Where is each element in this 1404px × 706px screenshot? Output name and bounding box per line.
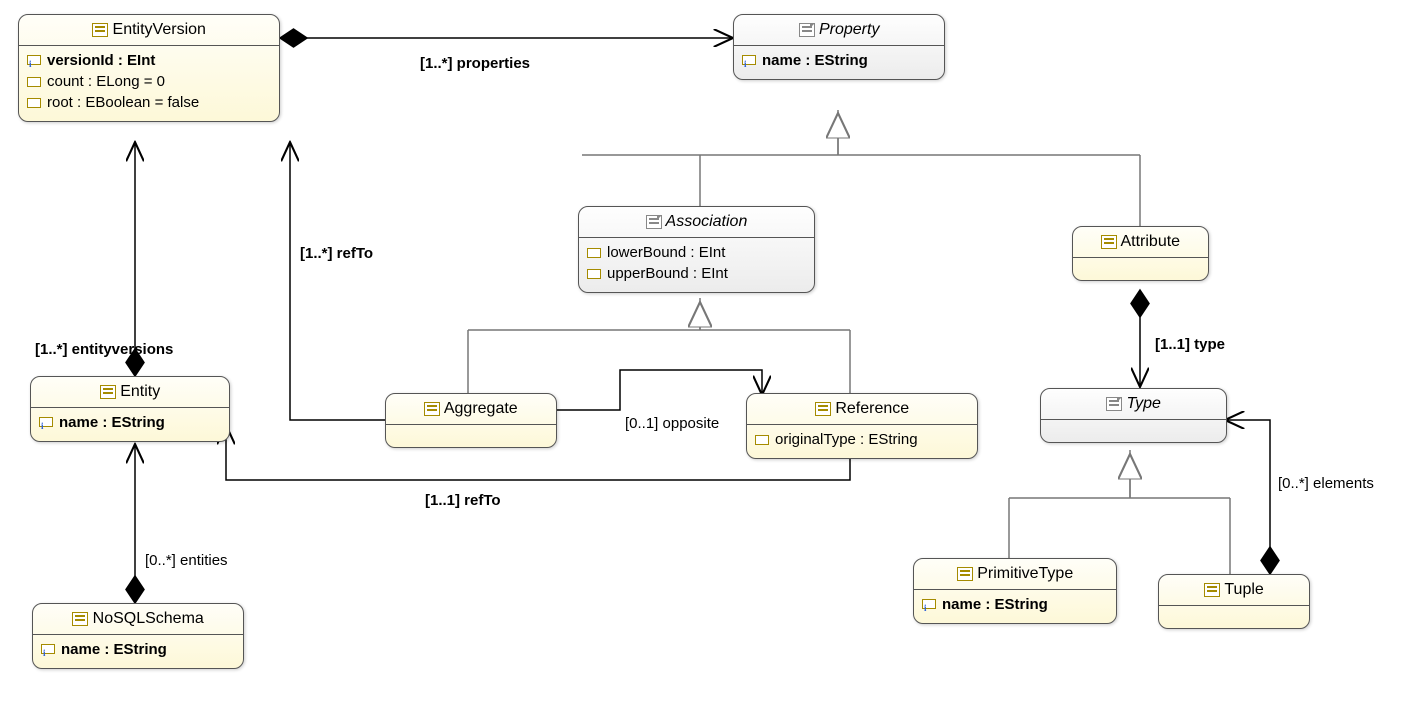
- class-entity[interactable]: Entity name : EString: [30, 376, 230, 442]
- class-title: Tuple: [1159, 575, 1309, 606]
- label-refto-aggregate: [1..*] refTo: [300, 245, 373, 262]
- class-name: PrimitiveType: [977, 565, 1073, 582]
- class-name: Aggregate: [444, 400, 518, 417]
- abstract-class-icon: [1106, 397, 1122, 411]
- label-opposite: [0..1] opposite: [625, 415, 719, 432]
- class-association[interactable]: Association lowerBound : EInt upperBound…: [578, 206, 815, 293]
- class-icon: [957, 567, 973, 581]
- attr-name: name : EString: [41, 639, 235, 660]
- class-name: Attribute: [1120, 233, 1180, 250]
- attr-versionid: versionId : EInt: [27, 50, 271, 71]
- class-title: Type: [1041, 389, 1226, 420]
- class-title: Reference: [747, 394, 977, 425]
- class-aggregate[interactable]: Aggregate: [385, 393, 557, 448]
- class-reference[interactable]: Reference originalType : EString: [746, 393, 978, 459]
- attr-icon: [27, 77, 41, 87]
- class-tuple[interactable]: Tuple: [1158, 574, 1310, 629]
- class-icon: [1204, 583, 1220, 597]
- class-nosqlschema[interactable]: NoSQLSchema name : EString: [32, 603, 244, 669]
- class-name: Type: [1127, 395, 1161, 412]
- attr-lowerbound: lowerBound : EInt: [587, 242, 806, 263]
- class-name: Tuple: [1224, 581, 1263, 598]
- attr-icon: [755, 435, 769, 445]
- class-entityversion[interactable]: EntityVersion versionId : EInt count : E…: [18, 14, 280, 122]
- class-name: Entity: [120, 383, 160, 400]
- class-icon: [1101, 235, 1117, 249]
- class-title: PrimitiveType: [914, 559, 1116, 590]
- class-name: Property: [819, 21, 879, 38]
- class-primitivetype[interactable]: PrimitiveType name : EString: [913, 558, 1117, 624]
- class-name: NoSQLSchema: [93, 610, 204, 627]
- class-icon: [92, 23, 108, 37]
- attr-root: root : EBoolean = false: [27, 92, 271, 113]
- key-attr-icon: [41, 644, 55, 656]
- label-properties: [1..*] properties: [420, 55, 530, 72]
- class-name: Reference: [835, 400, 909, 417]
- attr-count: count : ELong = 0: [27, 71, 271, 92]
- class-property[interactable]: Property name : EString: [733, 14, 945, 80]
- label-type: [1..1] type: [1155, 336, 1225, 353]
- attr-icon: [587, 248, 601, 258]
- class-name: EntityVersion: [113, 21, 206, 38]
- class-title: Entity: [31, 377, 229, 408]
- label-elements: [0..*] elements: [1278, 475, 1374, 492]
- class-attribute[interactable]: Attribute: [1072, 226, 1209, 281]
- label-refto-reference: [1..1] refTo: [425, 492, 501, 509]
- key-attr-icon: [27, 55, 41, 67]
- attr-upperbound: upperBound : EInt: [587, 263, 806, 284]
- class-name: Association: [666, 213, 748, 230]
- abstract-class-icon: [799, 23, 815, 37]
- class-icon: [100, 385, 116, 399]
- class-title: EntityVersion: [19, 15, 279, 46]
- attr-name: name : EString: [39, 412, 221, 433]
- attr-icon: [587, 269, 601, 279]
- attr-name: name : EString: [742, 50, 936, 71]
- class-icon: [424, 402, 440, 416]
- key-attr-icon: [39, 417, 53, 429]
- key-attr-icon: [922, 599, 936, 611]
- label-entities: [0..*] entities: [145, 552, 228, 569]
- class-icon: [72, 612, 88, 626]
- label-entityversions: [1..*] entityversions: [35, 341, 173, 358]
- class-type[interactable]: Type: [1040, 388, 1227, 443]
- class-title: Aggregate: [386, 394, 556, 425]
- abstract-class-icon: [646, 215, 662, 229]
- class-title: Attribute: [1073, 227, 1208, 258]
- class-title: Association: [579, 207, 814, 238]
- key-attr-icon: [742, 55, 756, 67]
- class-title: Property: [734, 15, 944, 46]
- attr-icon: [27, 98, 41, 108]
- class-icon: [815, 402, 831, 416]
- class-title: NoSQLSchema: [33, 604, 243, 635]
- attr-name: name : EString: [922, 594, 1108, 615]
- attr-originaltype: originalType : EString: [755, 429, 969, 450]
